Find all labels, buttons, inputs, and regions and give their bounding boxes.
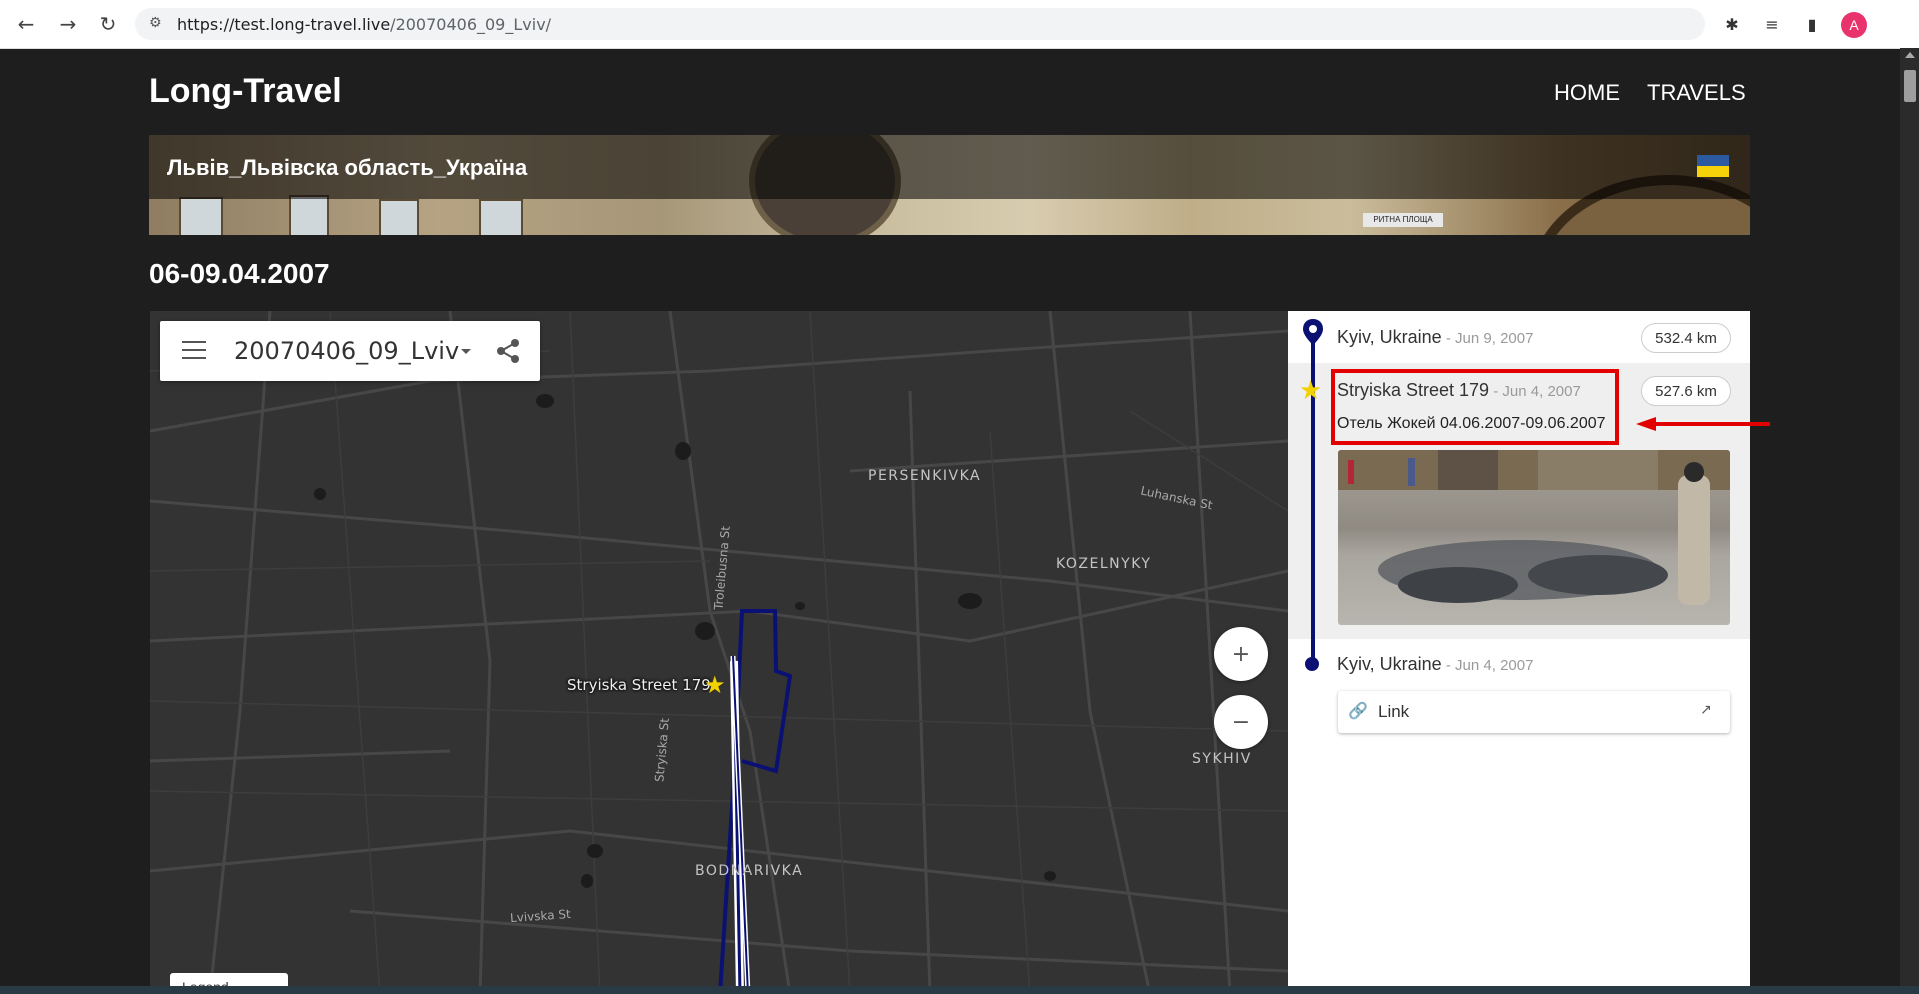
annotation-arrow <box>1636 417 1770 431</box>
photo-content <box>1338 450 1730 605</box>
timeline-panel: ★ Kyiv, Ukraine - Jun 9, 2007 532.4 km S… <box>1288 311 1750 994</box>
map-star-marker-icon[interactable]: ★ <box>704 671 726 699</box>
profile-avatar[interactable]: A <box>1841 12 1867 38</box>
distance-badge: 532.4 km <box>1641 323 1731 353</box>
district-label: PERSENKIVKA <box>868 468 982 484</box>
side-panel-icon[interactable]: ▮ <box>1800 12 1824 36</box>
banner-window <box>479 199 523 235</box>
site-info-icon[interactable]: ⚙ <box>149 15 162 31</box>
ukraine-flag-icon <box>1697 155 1729 177</box>
extensions-icon[interactable]: ✱ <box>1720 12 1744 36</box>
url-text: https://test.long-travel.live/20070406_0… <box>177 15 552 34</box>
bottom-strip <box>0 986 1919 994</box>
star-icon: ★ <box>1299 376 1323 406</box>
travel-dates: 06-09.04.2007 <box>149 258 330 289</box>
nav-travels[interactable]: TRAVELS <box>1647 80 1746 106</box>
district-label: KOZELNYKY <box>1056 556 1152 572</box>
scroll-up-icon[interactable] <box>1905 52 1915 58</box>
map-pin-label: Stryiska Street 179 <box>567 676 711 694</box>
media-control-icon[interactable]: ≡ <box>1760 12 1784 36</box>
address-bar[interactable]: ⚙ https://test.long-travel.live/20070406… <box>135 8 1705 40</box>
map-toolbar: 20070406_09_Lviv <box>160 321 540 381</box>
annotation-highlight-box <box>1331 369 1619 445</box>
banner-window <box>179 197 223 235</box>
map-view[interactable]: PERSENKIVKA KOZELNYKY SYKHIV BODNARIVKA … <box>150 311 1288 994</box>
nav-home[interactable]: HOME <box>1554 80 1620 106</box>
zoom-in-button[interactable]: + <box>1214 627 1268 681</box>
zoom-out-button[interactable]: − <box>1214 695 1268 749</box>
menu-icon[interactable] <box>182 341 206 361</box>
distance-badge: 527.6 km <box>1641 376 1731 406</box>
map-streets <box>150 311 1288 994</box>
travel-banner: РИТНА ПЛОЩА Львів_Львівска область_Украї… <box>149 135 1750 235</box>
open-external-icon[interactable]: ↗ <box>1700 702 1712 718</box>
reload-icon[interactable]: ↻ <box>94 10 122 38</box>
page-scrollbar[interactable] <box>1900 48 1919 994</box>
timeline-dot <box>1305 657 1319 671</box>
chevron-down-icon[interactable] <box>461 349 471 354</box>
link-card[interactable]: 🔗 Link ↗ <box>1338 691 1730 733</box>
timeline-entry[interactable]: Kyiv, Ukraine - Jun 4, 2007 <box>1337 654 1533 675</box>
district-label: SYKHIV <box>1192 751 1252 767</box>
back-icon[interactable]: ← <box>12 10 40 38</box>
map-name[interactable]: 20070406_09_Lviv <box>234 337 459 365</box>
banner-title: Львів_Львівска область_Україна <box>167 155 528 180</box>
banner-title-strip: Львів_Львівска область_Україна <box>149 135 1750 199</box>
browser-toolbar: ← → ↻ ⚙ https://test.long-travel.live/20… <box>0 0 1919 49</box>
link-icon: 🔗 <box>1348 701 1368 720</box>
banner-window <box>289 195 329 235</box>
banner-window <box>379 199 419 235</box>
share-icon[interactable] <box>494 337 522 365</box>
entry-photo[interactable] <box>1338 450 1730 625</box>
link-label: Link <box>1378 702 1410 721</box>
district-label: BODNARIVKA <box>695 863 804 879</box>
scroll-thumb[interactable] <box>1904 70 1916 102</box>
site-title[interactable]: Long-Travel <box>149 72 342 111</box>
timeline-entry[interactable]: Kyiv, Ukraine - Jun 9, 2007 <box>1337 327 1533 348</box>
location-pin-icon <box>1303 319 1323 345</box>
forward-icon[interactable]: → <box>54 10 82 38</box>
banner-street-sign: РИТНА ПЛОЩА <box>1363 213 1443 227</box>
